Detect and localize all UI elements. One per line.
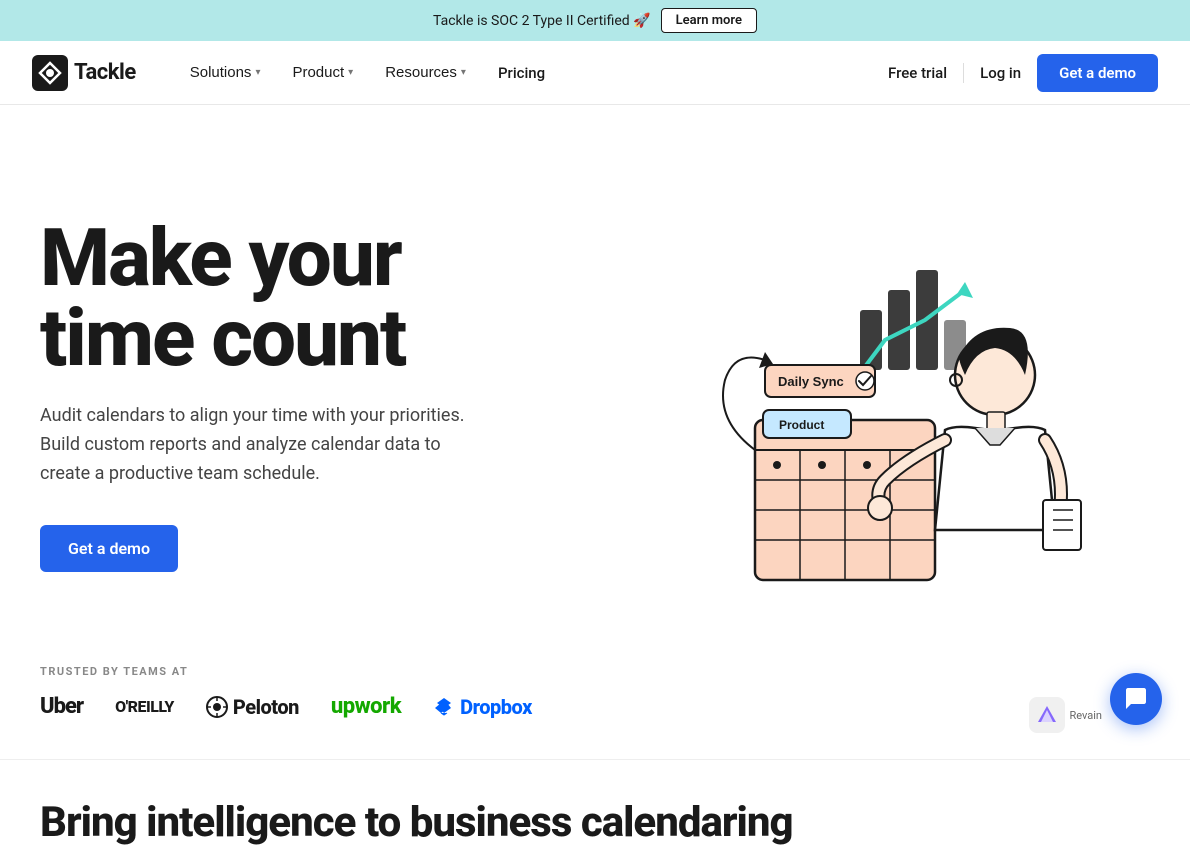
hero-image: Daily Sync Product	[560, 180, 1150, 610]
log-in-link[interactable]: Log in	[980, 64, 1021, 82]
free-trial-link[interactable]: Free trial	[888, 64, 947, 82]
bottom-teaser: Bring intelligence to business calendari…	[0, 759, 1190, 866]
nav-links: Solutions ▾ Product ▾ Resources ▾ Pricin…	[176, 56, 888, 90]
dropbox-logo: Dropbox	[433, 695, 532, 719]
learn-more-link[interactable]: Learn more	[661, 8, 757, 33]
uber-logo: Uber	[40, 694, 83, 719]
hero-cta-button[interactable]: Get a demo	[40, 525, 178, 572]
nav-item-resources[interactable]: Resources ▾	[371, 56, 480, 89]
logo-link[interactable]: Tackle	[32, 55, 136, 91]
upwork-logo: upwork	[331, 694, 401, 719]
trusted-logos: Uber O'REILLY Peloton upwork Drop	[40, 694, 1150, 719]
nav-item-solutions[interactable]: Solutions ▾	[176, 56, 275, 89]
dropbox-icon	[433, 696, 455, 718]
svg-text:Daily Sync: Daily Sync	[778, 374, 844, 389]
get-demo-nav-button[interactable]: Get a demo	[1037, 54, 1158, 92]
hero-content: Make your time count Audit calendars to …	[40, 218, 560, 571]
trusted-section: TRUSTED BY TEAMS AT Uber O'REILLY Peloto…	[0, 665, 1190, 739]
peloton-icon	[206, 696, 228, 718]
hero-illustration: Daily Sync Product	[615, 180, 1095, 610]
chat-widget-button[interactable]	[1110, 673, 1162, 725]
revain-icon	[1029, 697, 1065, 733]
logo-icon	[32, 55, 68, 91]
solutions-chevron-icon: ▾	[255, 67, 260, 78]
nav-item-product[interactable]: Product ▾	[278, 56, 367, 89]
announcement-text: Tackle is SOC 2 Type II Certified 🚀	[433, 13, 651, 29]
revain-label: Revain	[1069, 709, 1102, 722]
chat-icon	[1123, 686, 1149, 712]
nav-divider	[963, 63, 964, 83]
logo-wordmark: Tackle	[74, 60, 136, 85]
revain-badge: Revain	[1029, 697, 1102, 733]
product-chevron-icon: ▾	[348, 67, 353, 78]
navbar: Tackle Solutions ▾ Product ▾ Resources ▾…	[0, 41, 1190, 105]
hero-section: Make your time count Audit calendars to …	[0, 105, 1190, 665]
peloton-logo: Peloton	[206, 695, 299, 719]
trusted-label: TRUSTED BY TEAMS AT	[40, 665, 1150, 678]
resources-chevron-icon: ▾	[461, 67, 466, 78]
hero-subtitle: Audit calendars to align your time with …	[40, 402, 470, 488]
nav-right: Free trial Log in Get a demo	[888, 54, 1158, 92]
svg-text:Product: Product	[779, 418, 824, 432]
nav-item-pricing[interactable]: Pricing	[484, 56, 559, 90]
hero-title: Make your time count	[40, 218, 560, 378]
oreilly-logo: O'REILLY	[115, 697, 174, 716]
announcement-bar: Tackle is SOC 2 Type II Certified 🚀 Lear…	[0, 0, 1190, 41]
